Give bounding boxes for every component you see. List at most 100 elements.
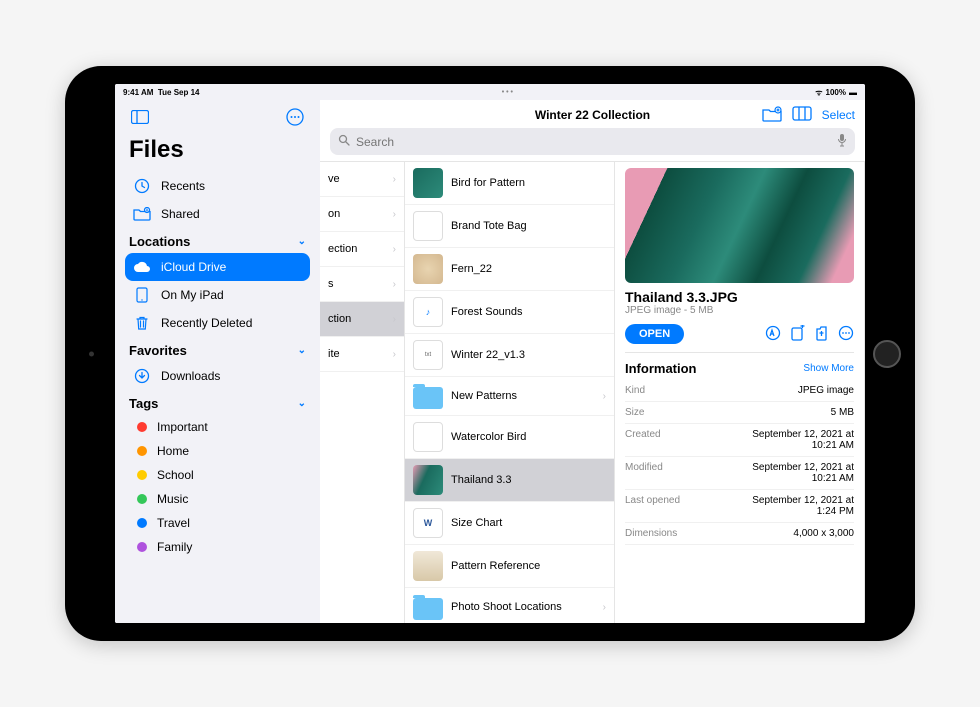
- tag-dot-icon: [137, 446, 147, 456]
- chevron-right-icon: ›: [393, 209, 396, 220]
- folder-label: ection: [328, 243, 357, 255]
- file-thumbnail: ♪: [413, 297, 443, 327]
- sidebar-tag-item[interactable]: Home: [125, 439, 310, 463]
- file-row[interactable]: Bird for Pattern: [405, 162, 614, 205]
- view-columns-icon[interactable]: [792, 106, 812, 124]
- chevron-right-icon: ›: [393, 349, 396, 360]
- sidebar-tag-item[interactable]: Family: [125, 535, 310, 559]
- chevron-right-icon: ›: [393, 174, 396, 185]
- tag-label: Music: [157, 492, 188, 506]
- file-row[interactable]: txtWinter 22_v1.3: [405, 334, 614, 377]
- sidebar-tag-item[interactable]: Music: [125, 487, 310, 511]
- file-thumbnail: [413, 211, 443, 241]
- home-button[interactable]: [873, 340, 901, 368]
- markup-icon[interactable]: [765, 325, 781, 344]
- folder-title: Winter 22 Collection: [535, 108, 650, 122]
- sidebar-item-recents[interactable]: Recents: [125, 172, 310, 200]
- folder-label: ite: [328, 348, 340, 360]
- share-icon[interactable]: [815, 325, 828, 344]
- file-row[interactable]: WSize Chart: [405, 502, 614, 545]
- sidebar-item-icloud[interactable]: iCloud Drive: [125, 253, 310, 281]
- folder-row[interactable]: s›: [320, 267, 404, 302]
- show-more-button[interactable]: Show More: [803, 363, 854, 374]
- front-camera: [89, 351, 94, 356]
- file-row[interactable]: Thailand 3.3: [405, 459, 614, 502]
- info-value: 4,000 x 3,000: [793, 528, 854, 539]
- multitask-dots[interactable]: • • •: [200, 89, 816, 96]
- wifi-icon: ᯤ: [815, 87, 822, 98]
- file-row[interactable]: New Patterns›: [405, 377, 614, 416]
- file-preview[interactable]: [625, 168, 854, 283]
- tag-label: School: [157, 468, 194, 482]
- folder-label: s: [328, 278, 334, 290]
- sidebar-item-shared[interactable]: Shared: [125, 200, 310, 228]
- open-button[interactable]: OPEN: [625, 324, 684, 344]
- file-thumbnail: [413, 387, 443, 409]
- tag-dot-icon: [137, 518, 147, 528]
- sidebar-section-favorites[interactable]: Favorites ⌄: [125, 337, 310, 362]
- content-area: Winter 22 Collection Select: [320, 100, 865, 623]
- sidebar-tag-item[interactable]: School: [125, 463, 310, 487]
- ipad-icon: [133, 286, 151, 304]
- tag-label: Travel: [157, 516, 190, 530]
- trash-icon: [133, 314, 151, 332]
- folder-row[interactable]: on ›: [320, 197, 404, 232]
- folder-row[interactable]: ection›: [320, 232, 404, 267]
- sidebar-item-label: Recently Deleted: [161, 316, 252, 330]
- folder-row[interactable]: ve ›: [320, 162, 404, 197]
- sidebar-item-downloads[interactable]: Downloads: [125, 362, 310, 390]
- more-icon[interactable]: [838, 325, 854, 344]
- sidebar-item-deleted[interactable]: Recently Deleted: [125, 309, 310, 337]
- file-thumbnail: [413, 422, 443, 452]
- file-row[interactable]: Watercolor Bird: [405, 416, 614, 459]
- info-value: 5 MB: [831, 407, 854, 418]
- tag-label: Family: [157, 540, 192, 554]
- tag-label: Important: [157, 420, 208, 434]
- status-bar: 9:41 AM Tue Sep 14 • • • ᯤ 100% ▬: [115, 84, 865, 100]
- info-value: September 12, 2021 at 10:21 AM: [734, 462, 854, 484]
- folder-row[interactable]: ite ›: [320, 337, 404, 372]
- column-1: ve › on › ection›s›ction› ite ›: [320, 162, 405, 623]
- file-row[interactable]: Brand Tote Bag: [405, 205, 614, 248]
- info-value: September 12, 2021 at 10:21 AM: [734, 429, 854, 451]
- file-label: Thailand 3.3: [451, 474, 512, 486]
- sidebar-item-label: Shared: [161, 207, 200, 221]
- sidebar-item-label: On My iPad: [161, 288, 224, 302]
- sidebar-tag-item[interactable]: Important: [125, 415, 310, 439]
- info-key: Last opened: [625, 495, 680, 517]
- file-label: Fern_22: [451, 263, 492, 275]
- search-bar[interactable]: [330, 128, 855, 155]
- new-folder-icon[interactable]: [762, 106, 782, 125]
- file-thumbnail: W: [413, 508, 443, 538]
- file-row[interactable]: Photo Shoot Locations›: [405, 588, 614, 623]
- sidebar-tag-item[interactable]: Travel: [125, 511, 310, 535]
- folder-label: ve: [328, 173, 340, 185]
- sidebar-toggle-icon[interactable]: [129, 106, 151, 128]
- file-row[interactable]: ♪Forest Sounds: [405, 291, 614, 334]
- file-label: Watercolor Bird: [451, 431, 526, 443]
- new-window-icon[interactable]: [791, 325, 805, 344]
- microphone-icon[interactable]: [837, 133, 847, 150]
- file-label: Pattern Reference: [451, 560, 540, 572]
- search-input[interactable]: [356, 135, 831, 149]
- folder-label: on: [328, 208, 340, 220]
- shared-folder-icon: [133, 205, 151, 223]
- more-options-icon[interactable]: [284, 106, 306, 128]
- sidebar-section-tags[interactable]: Tags ⌄: [125, 390, 310, 415]
- info-value: JPEG image: [798, 385, 854, 396]
- select-button[interactable]: Select: [822, 108, 855, 122]
- file-subtitle: JPEG image - 5 MB: [625, 305, 854, 316]
- info-key: Size: [625, 407, 644, 418]
- info-row: Size 5 MB: [625, 402, 854, 424]
- status-right: ᯤ 100% ▬: [815, 87, 857, 98]
- download-icon: [133, 367, 151, 385]
- chevron-right-icon: ›: [603, 602, 606, 613]
- sidebar-item-onipad[interactable]: On My iPad: [125, 281, 310, 309]
- cloud-icon: [133, 258, 151, 276]
- folder-row[interactable]: ction›: [320, 302, 404, 337]
- info-key: Kind: [625, 385, 645, 396]
- sidebar-section-locations[interactable]: Locations ⌄: [125, 228, 310, 253]
- info-row: Dimensions4,000 x 3,000: [625, 523, 854, 545]
- file-row[interactable]: Fern_22: [405, 248, 614, 291]
- file-row[interactable]: Pattern Reference: [405, 545, 614, 588]
